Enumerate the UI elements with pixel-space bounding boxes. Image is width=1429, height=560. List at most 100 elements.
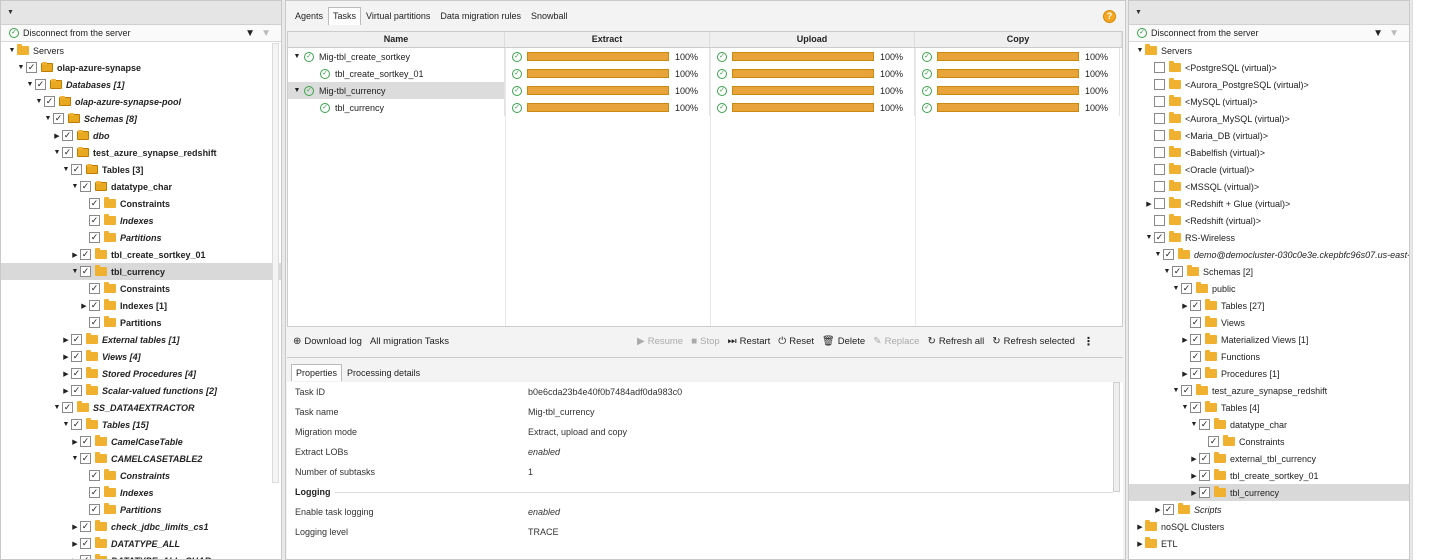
stop-button[interactable]: ■ Stop	[691, 336, 720, 347]
expand-down-icon[interactable]: ▼	[70, 268, 80, 275]
help-icon[interactable]: ?	[1103, 10, 1116, 23]
left-scrollbar[interactable]	[272, 43, 279, 483]
tree-node[interactable]: ✓ Constraints	[1, 467, 281, 484]
expand-right-icon[interactable]: ▶	[52, 132, 62, 140]
tree-node[interactable]: ▶ <Redshift + Glue (virtual)>	[1129, 195, 1409, 212]
expand-down-icon[interactable]: ▼	[25, 81, 35, 88]
expand-right-icon[interactable]: ▶	[1189, 472, 1199, 480]
tree-node[interactable]: ▼ ✓ olap-azure-synapse	[1, 59, 281, 76]
tree-checkbox[interactable]: ✓	[71, 351, 82, 362]
expand-down-icon[interactable]: ▼	[1171, 285, 1181, 292]
tree-node[interactable]: ▶ ✓ Scripts	[1129, 501, 1409, 518]
tree-node[interactable]: ▼ ✓ Tables [15]	[1, 416, 281, 433]
expand-down-icon[interactable]: ▼	[52, 404, 62, 411]
tree-node[interactable]: ▶ ✓ tbl_currency	[1129, 484, 1409, 501]
panel-menu-caret-icon[interactable]: ▼	[1135, 9, 1142, 16]
expand-down-icon[interactable]: ▼	[70, 183, 80, 190]
tree-node[interactable]: ▶ ✓ external_tbl_currency	[1129, 450, 1409, 467]
tree-checkbox[interactable]: ✓	[1199, 487, 1210, 498]
tree-checkbox[interactable]: ✓	[44, 96, 55, 107]
tree-node[interactable]: ▶ noSQL Clusters	[1129, 518, 1409, 535]
expand-right-icon[interactable]: ▶	[1180, 336, 1190, 344]
tree-node[interactable]: ✓ Partitions	[1, 314, 281, 331]
more-options-icon[interactable]: ⋮	[1083, 335, 1094, 348]
task-row[interactable]: ✓ tbl_create_sortkey_01 ✓ 100% ✓ 100% ✓ 100%	[288, 65, 1122, 82]
tree-node[interactable]: ▶ ✓ dbo	[1, 127, 281, 144]
tree-checkbox[interactable]: ✓	[80, 436, 91, 447]
tree-node[interactable]: ▼ ✓ tbl_currency	[1, 263, 281, 280]
resume-button[interactable]: ▶ Resume	[637, 336, 683, 347]
task-row[interactable]: ▼ ✓ Mig-tbl_currency ✓ 100% ✓ 100% ✓ 100%	[288, 82, 1122, 99]
tree-node[interactable]: ▼ ✓ test_azure_synapse_redshift	[1, 144, 281, 161]
expand-right-icon[interactable]: ▶	[61, 387, 71, 395]
restart-button[interactable]: ⏭ Restart	[728, 336, 771, 347]
expand-down-icon[interactable]: ▼	[1153, 251, 1163, 258]
tree-node[interactable]: ▼ ✓ olap-azure-synapse-pool	[1, 93, 281, 110]
clear-filter-icon[interactable]: ▼	[261, 28, 271, 39]
expand-right-icon[interactable]: ▶	[70, 438, 80, 446]
tree-checkbox[interactable]: ✓	[89, 215, 100, 226]
tree-node[interactable]: ▼ ✓ Databases [1]	[1, 76, 281, 93]
tree-checkbox[interactable]: ✓	[1154, 232, 1165, 243]
tree-checkbox[interactable]: ✓	[26, 62, 37, 73]
tree-checkbox[interactable]	[1154, 198, 1165, 209]
tree-checkbox[interactable]	[1154, 164, 1165, 175]
tab-data-migration-rules[interactable]: Data migration rules	[435, 7, 526, 25]
tree-checkbox[interactable]: ✓	[1199, 453, 1210, 464]
tree-checkbox[interactable]: ✓	[80, 453, 91, 464]
expand-right-icon[interactable]: ▶	[70, 251, 80, 259]
tree-node[interactable]: ▶ ✓ DATATYPE_ALL	[1, 535, 281, 552]
refresh-all-button[interactable]: ↻ Refresh all	[927, 336, 984, 347]
tree-node[interactable]: ▶✓ DATATYPE_ALL_CHAR	[1, 552, 281, 559]
tree-checkbox[interactable]: ✓	[1190, 334, 1201, 345]
tree-node[interactable]: <Aurora_PostgreSQL (virtual)>	[1129, 76, 1409, 93]
tree-node[interactable]: ▼ ✓ SS_DATA4EXTRACTOR	[1, 399, 281, 416]
tree-checkbox[interactable]: ✓	[80, 521, 91, 532]
expand-right-icon[interactable]: ▶	[1180, 370, 1190, 378]
column-header[interactable]: Extract	[505, 32, 710, 47]
refresh-selected-button[interactable]: ↻ Refresh selected	[992, 336, 1075, 347]
tree-checkbox[interactable]	[1154, 181, 1165, 192]
tree-node[interactable]: <Aurora_MySQL (virtual)>	[1129, 110, 1409, 127]
expand-down-icon[interactable]: ▼	[43, 115, 53, 122]
expand-down-icon[interactable]: ▼	[292, 53, 302, 60]
column-header[interactable]: Upload	[710, 32, 915, 47]
tree-node[interactable]: ✓ Functions	[1129, 348, 1409, 365]
tree-node[interactable]: ▼ Servers	[1, 42, 281, 59]
filter-icon[interactable]: ▼	[1373, 28, 1383, 39]
tree-checkbox[interactable]: ✓	[1190, 368, 1201, 379]
expand-right-icon[interactable]: ▶	[1135, 523, 1145, 531]
tree-checkbox[interactable]: ✓	[1172, 266, 1183, 277]
tree-node[interactable]: ▼ ✓ Schemas [2]	[1129, 263, 1409, 280]
tree-checkbox[interactable]: ✓	[89, 487, 100, 498]
expand-right-icon[interactable]: ▶	[1180, 302, 1190, 310]
tree-checkbox[interactable]	[1154, 113, 1165, 124]
expand-down-icon[interactable]: ▼	[1171, 387, 1181, 394]
tree-node[interactable]: ▼ ✓ test_azure_synapse_redshift	[1129, 382, 1409, 399]
filter-icon[interactable]: ▼	[245, 28, 255, 39]
tree-node[interactable]: ▶ ✓ External tables [1]	[1, 331, 281, 348]
tree-checkbox[interactable]: ✓	[80, 538, 91, 549]
expand-right-icon[interactable]: ▶	[61, 353, 71, 361]
tree-checkbox[interactable]: ✓	[71, 164, 82, 175]
tree-checkbox[interactable]	[1154, 79, 1165, 90]
tree-checkbox[interactable]: ✓	[1181, 283, 1192, 294]
tree-node[interactable]: ▼ ✓ datatype_char	[1129, 416, 1409, 433]
tree-node[interactable]: ▶ ✓ CamelCaseTable	[1, 433, 281, 450]
expand-right-icon[interactable]: ▶	[1135, 540, 1145, 548]
expand-down-icon[interactable]: ▼	[70, 455, 80, 462]
properties-scrollbar[interactable]	[1113, 382, 1120, 492]
tree-checkbox[interactable]: ✓	[71, 334, 82, 345]
tab-tasks[interactable]: Tasks	[328, 7, 362, 25]
expand-right-icon[interactable]: ▶	[1189, 455, 1199, 463]
expand-down-icon[interactable]: ▼	[52, 149, 62, 156]
expand-down-icon[interactable]: ▼	[7, 47, 17, 54]
expand-down-icon[interactable]: ▼	[1135, 47, 1145, 54]
tree-node[interactable]: ✓ Constraints	[1129, 433, 1409, 450]
reset-button[interactable]: ⏻ Reset	[778, 336, 814, 347]
tree-node[interactable]: ▶ ✓ Tables [27]	[1129, 297, 1409, 314]
tree-node[interactable]: <Babelfish (virtual)>	[1129, 144, 1409, 161]
tree-node[interactable]: <MSSQL (virtual)>	[1129, 178, 1409, 195]
tab-properties[interactable]: Properties	[291, 364, 343, 381]
tree-node[interactable]: ✓ Constraints	[1, 195, 281, 212]
